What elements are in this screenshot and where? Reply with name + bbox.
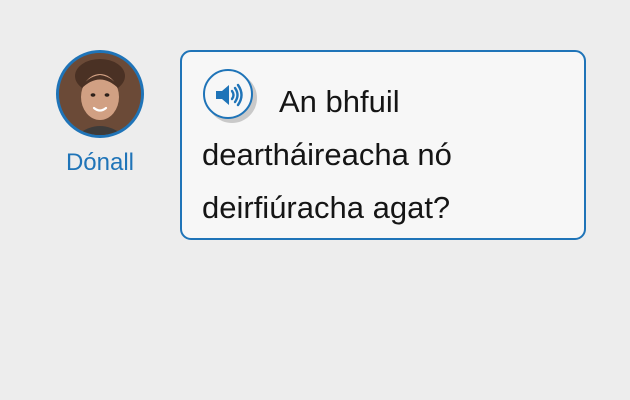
avatar — [56, 50, 144, 138]
speaker-name: Dónall — [65, 149, 135, 176]
speech-bubble: An bhfuil deartháireacha nó deirfiúracha… — [180, 50, 586, 240]
person-avatar-icon — [59, 53, 141, 135]
prompt-text: An bhfuil deartháireacha nó deirfiúracha… — [202, 84, 452, 225]
